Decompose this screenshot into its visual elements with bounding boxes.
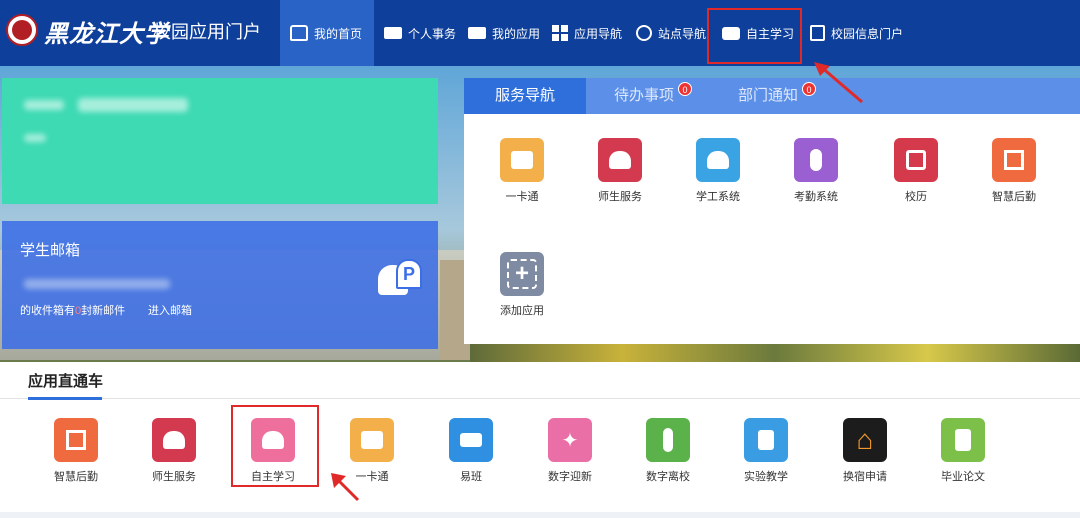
portal-title: 校园应用门户 xyxy=(153,22,261,42)
highlight-box-nav xyxy=(707,8,802,64)
monitor-icon xyxy=(384,27,402,39)
app-teacher-student-service[interactable]: 师生服务 xyxy=(580,138,660,204)
app-label: 毕业论文 xyxy=(941,471,985,483)
app-label: 智慧后勤 xyxy=(992,191,1036,203)
mail-count-suffix: 封新邮件 xyxy=(81,305,126,317)
lectern-icon xyxy=(744,418,788,462)
app-label: 校历 xyxy=(905,191,927,203)
id-card-icon xyxy=(350,418,394,462)
tab-todo[interactable]: 待办事项 xyxy=(596,78,692,114)
app-attendance-system[interactable]: 考勤系统 xyxy=(776,138,856,204)
nav-home[interactable]: 我的首页 xyxy=(280,0,374,66)
nav-campus-info-portal-label: 校园信息门户 xyxy=(831,26,904,41)
building-icon xyxy=(54,418,98,462)
app-label: 考勤系统 xyxy=(794,191,838,203)
quick-access-section: 应用直通车 智慧后勤 师生服务 自主学习 一卡通 易班 ✦ 数字迎新 数字离校 … xyxy=(0,362,1080,512)
app-smart-logistics[interactable]: 智慧后勤 xyxy=(974,138,1054,204)
id-card-icon xyxy=(500,138,544,182)
nav-app-navigation[interactable]: 应用导航 xyxy=(552,0,622,66)
quick-app-digital-departure[interactable]: 数字离校 xyxy=(628,418,708,484)
app-label: 换宿申请 xyxy=(843,471,887,483)
university-seal-icon[interactable] xyxy=(6,14,38,46)
house-icon: ⌂ xyxy=(843,418,887,462)
add-icon: + xyxy=(500,252,544,296)
welcome-card xyxy=(2,78,438,204)
mail-count-text: 的收件箱有0封新邮件 xyxy=(20,302,125,318)
enter-mailbox-link[interactable]: 进入邮箱 xyxy=(148,302,192,318)
highlight-box-quick-app xyxy=(231,405,319,487)
monitor-icon xyxy=(468,27,486,39)
building-icon xyxy=(992,138,1036,182)
quick-app-teacher-student-service[interactable]: 师生服务 xyxy=(134,418,214,484)
nav-my-apps-label: 我的应用 xyxy=(492,26,541,41)
quick-app-dorm-change[interactable]: ⌂ 换宿申请 xyxy=(825,418,905,484)
app-add-application[interactable]: + 添加应用 xyxy=(482,252,562,318)
app-label: 师生服务 xyxy=(598,191,642,203)
nav-site-navigation-label: 站点导航 xyxy=(658,26,707,41)
annotation-arrow-icon xyxy=(331,473,360,502)
app-label: 添加应用 xyxy=(500,305,544,317)
app-school-calendar[interactable]: 校历 xyxy=(876,138,956,204)
title-underline xyxy=(28,397,102,400)
document-icon xyxy=(810,25,825,41)
university-logo-text[interactable]: 黑龙江大学 xyxy=(44,14,169,49)
quick-app-graduation-thesis[interactable]: 毕业论文 xyxy=(923,418,1003,484)
nav-my-apps[interactable]: 我的应用 xyxy=(468,0,540,66)
certificate-icon xyxy=(941,418,985,462)
walker-icon xyxy=(646,418,690,462)
app-student-affairs-system[interactable]: 学工系统 xyxy=(678,138,758,204)
blurred-text xyxy=(24,134,46,142)
mailbox-title: 学生邮箱 xyxy=(20,242,81,259)
app-label: 数字迎新 xyxy=(548,471,592,483)
blurred-text xyxy=(78,98,188,112)
quick-access-title: 应用直通车 xyxy=(28,373,104,390)
blurred-text xyxy=(24,100,64,110)
compass-icon xyxy=(636,25,652,41)
app-label: 实验教学 xyxy=(744,471,788,483)
quick-app-experimental-teaching[interactable]: 实验教学 xyxy=(726,418,806,484)
nav-app-navigation-label: 应用导航 xyxy=(574,26,623,41)
touch-icon xyxy=(794,138,838,182)
people-icon xyxy=(152,418,196,462)
app-label: 数字离校 xyxy=(646,471,690,483)
user-gear-icon xyxy=(696,138,740,182)
stars-icon: ✦ xyxy=(548,418,592,462)
app-label: 易班 xyxy=(460,471,482,483)
service-panel: 服务导航 待办事项 0 部门通知 0 一卡通 师生服务 学工系统 考勤系统 校历… xyxy=(464,78,1080,344)
app-label: 师生服务 xyxy=(152,471,196,483)
home-icon xyxy=(290,25,308,41)
tab-department-notices[interactable]: 部门通知 xyxy=(720,78,816,114)
mail-count-prefix: 的收件箱有 xyxy=(20,305,75,317)
nav-campus-info-portal[interactable]: 校园信息门户 xyxy=(810,0,903,66)
tab-service-navigation[interactable]: 服务导航 xyxy=(464,78,586,114)
app-label: 学工系统 xyxy=(696,191,740,203)
quick-app-yiban[interactable]: 易班 xyxy=(431,418,511,484)
app-label: 智慧后勤 xyxy=(54,471,98,483)
top-navigation-bar: 黑龙江大学 校园应用门户 我的首页 个人事务 我的应用 应用导航 站点导航 自主… xyxy=(0,0,1080,66)
quick-app-digital-enrollment[interactable]: ✦ 数字迎新 xyxy=(530,418,610,484)
todo-badge: 0 xyxy=(678,82,692,96)
student-mailbox-card[interactable]: 学生邮箱 的收件箱有0封新邮件 进入邮箱 P xyxy=(2,221,438,349)
section-divider xyxy=(0,398,1080,399)
people-icon xyxy=(598,138,642,182)
nav-personal-affairs[interactable]: 个人事务 xyxy=(384,0,456,66)
nav-site-navigation[interactable]: 站点导航 xyxy=(636,0,706,66)
mailbox-icon: P xyxy=(378,259,424,299)
quick-app-smart-logistics[interactable]: 智慧后勤 xyxy=(36,418,116,484)
mail-icon xyxy=(449,418,493,462)
app-campus-card[interactable]: 一卡通 xyxy=(482,138,562,204)
app-label: 一卡通 xyxy=(505,191,539,203)
panel-tab-bar: 服务导航 待办事项 0 部门通知 0 xyxy=(464,78,1080,114)
nav-home-label: 我的首页 xyxy=(314,26,363,41)
nav-personal-affairs-label: 个人事务 xyxy=(408,26,457,41)
grid-icon xyxy=(552,25,568,41)
calendar-icon xyxy=(894,138,938,182)
blurred-email-address xyxy=(24,279,170,289)
annotation-arrow-icon xyxy=(814,62,863,104)
